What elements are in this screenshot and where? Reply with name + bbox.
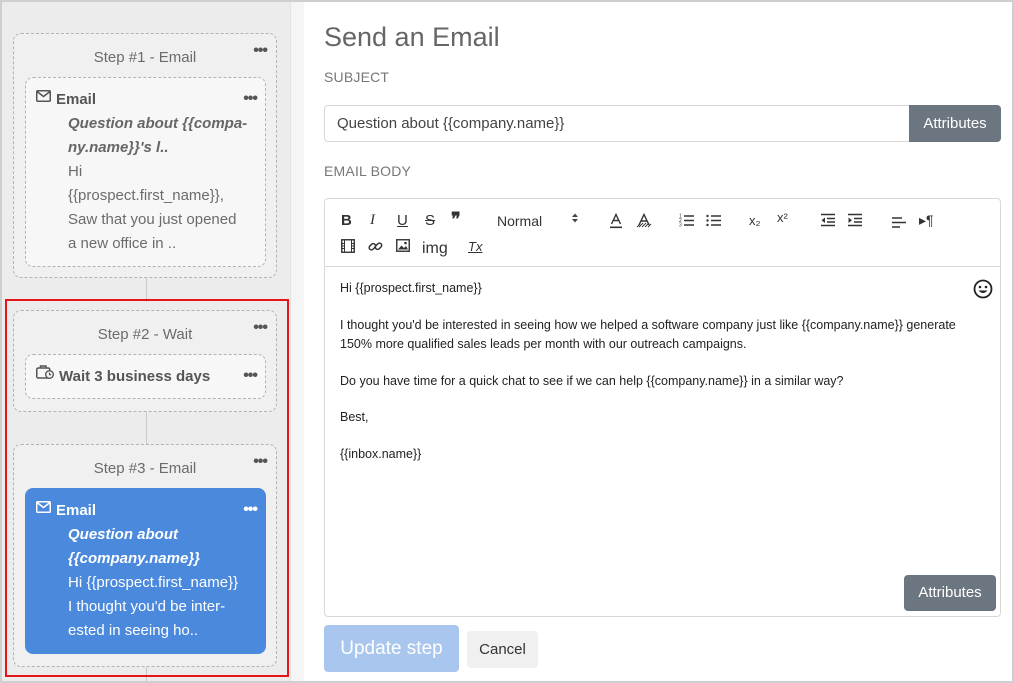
bullet-list-icon[interactable]: [706, 213, 722, 227]
body-attributes-button[interactable]: Attributes: [904, 575, 996, 611]
card-body-line: {{prospect.first_name}},: [68, 187, 224, 204]
subject-label: SUBJECT: [324, 69, 390, 85]
email-body-label: EMAIL BODY: [324, 163, 412, 179]
page-title: Send an Email: [324, 22, 500, 52]
strike-button[interactable]: S: [425, 212, 435, 229]
envelope-icon: [36, 86, 51, 110]
step-menu-icon[interactable]: •••: [253, 43, 268, 59]
clean-format-button[interactable]: Tx: [468, 239, 482, 254]
video-icon[interactable]: [341, 239, 355, 253]
bold-button[interactable]: B: [341, 212, 352, 229]
card-subject-line: Question about {{compa-: [68, 115, 248, 132]
italic-button[interactable]: I: [370, 212, 375, 229]
emoji-icon[interactable]: [973, 279, 993, 299]
rtl-direction-button[interactable]: ▸¶: [919, 212, 934, 229]
step-1[interactable]: Step #1 - Email ••• Email ••• Question a…: [13, 33, 277, 278]
update-step-button[interactable]: Update step: [324, 625, 459, 672]
selection-highlight: [5, 299, 289, 677]
card-body-line: a new office in ..: [68, 235, 177, 252]
body-line[interactable]: 150% more qualified sales leads per mont…: [340, 337, 746, 351]
body-line[interactable]: Do you have time for a quick chat to see…: [340, 374, 844, 388]
card-subject-line: ny.name}}'s l..: [68, 139, 169, 156]
body-line[interactable]: Best,: [340, 410, 369, 424]
card-body-line: Saw that you just opened: [68, 211, 237, 228]
outdent-icon[interactable]: [820, 213, 836, 227]
text-color-icon[interactable]: [609, 213, 623, 229]
card-header: Email: [36, 88, 96, 112]
svg-text:3: 3: [679, 223, 682, 228]
body-line[interactable]: {{inbox.name}}: [340, 447, 421, 461]
editor-toolbar: B I U S ❞ Normal 123 x₂ x² ▸¶ img Tx: [325, 199, 1000, 267]
card-body-line: Hi: [68, 163, 83, 180]
email-body-editor: B I U S ❞ Normal 123 x₂ x² ▸¶ img Tx Hi …: [324, 198, 1001, 617]
card-menu-icon[interactable]: •••: [243, 91, 258, 107]
panel-divider: [290, 2, 304, 681]
underline-button[interactable]: U: [397, 212, 408, 229]
blockquote-button[interactable]: ❞: [451, 209, 461, 230]
chevron-updown-icon[interactable]: [571, 212, 579, 224]
subject-attributes-button[interactable]: Attributes: [909, 105, 1001, 142]
subscript-button[interactable]: x₂: [749, 213, 761, 228]
ordered-list-icon[interactable]: 123: [679, 213, 695, 227]
indent-icon[interactable]: [847, 213, 863, 227]
card-type-label: Email: [56, 91, 97, 108]
email-card[interactable]: Email ••• Question about {{compa- ny.nam…: [25, 77, 266, 267]
align-icon[interactable]: [891, 215, 907, 229]
cancel-button[interactable]: Cancel: [467, 631, 538, 668]
header-select[interactable]: Normal: [497, 213, 542, 229]
image-icon[interactable]: [396, 239, 410, 252]
superscript-button[interactable]: x²: [777, 210, 788, 225]
background-color-icon[interactable]: [636, 213, 652, 229]
link-icon[interactable]: [368, 239, 383, 254]
body-line[interactable]: Hi {{prospect.first_name}}: [340, 281, 482, 295]
step-title: Step #1 - Email: [93, 49, 197, 66]
subject-input[interactable]: Question about {{company.name}}: [324, 105, 910, 142]
body-line[interactable]: I thought you'd be interested in seeing …: [340, 318, 956, 332]
image-text-button[interactable]: img: [422, 240, 448, 258]
